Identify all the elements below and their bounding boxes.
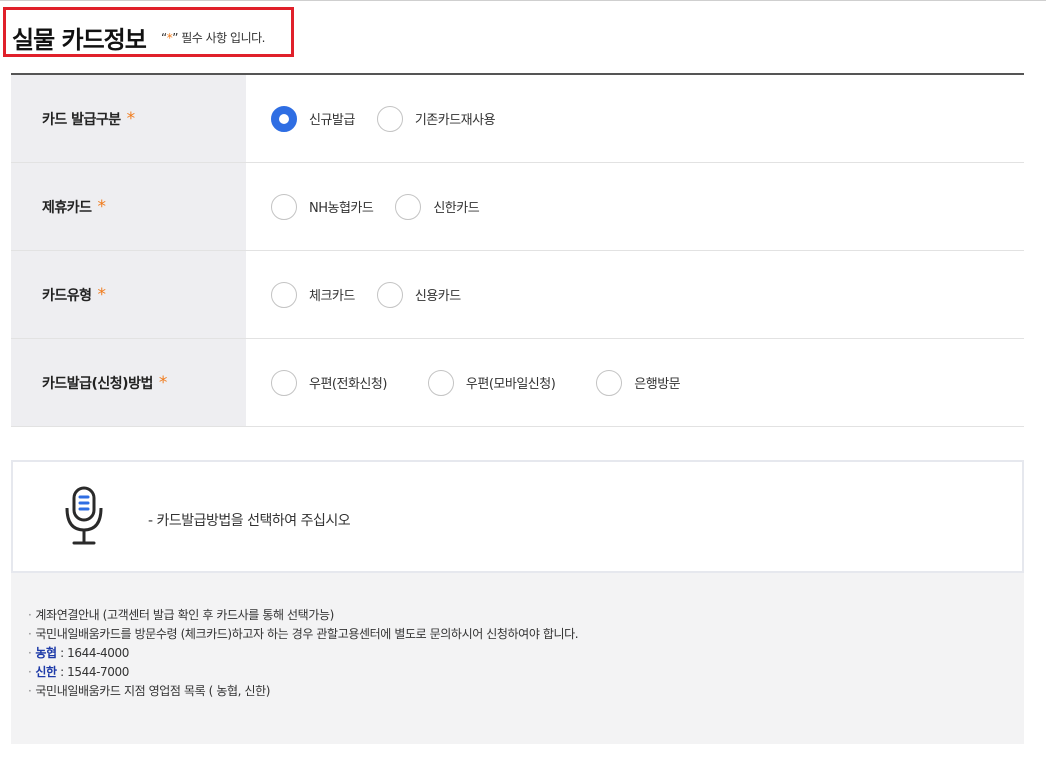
info-text: 계좌연결안내 (고객센터 발급 확인 후 카드사를 통해 선택가능) xyxy=(35,608,334,622)
row-label: 카드발급(신청)방법 * xyxy=(11,339,246,426)
required-star-icon: * xyxy=(97,196,107,217)
info-line-shinhan-phone: · 신한 : 1544-7000 xyxy=(28,663,1024,682)
radio-label: 우편(모바일신청) xyxy=(465,377,556,392)
info-text: 국민내일배움카드 지점 영업점 목록 ( 농협, 신한) xyxy=(35,684,271,698)
radio-label: 신한카드 xyxy=(433,201,480,216)
voice-guide-message: - 카드발급방법을 선택하여 주십시오 xyxy=(148,513,351,529)
microphone-icon xyxy=(65,486,103,545)
row-card-type: 카드유형 * 체크카드 신용카드 xyxy=(11,251,1024,339)
radio-option-credit-card[interactable]: 신용카드 xyxy=(376,281,461,308)
radio-group-issue-type: 신규발급 기존카드재사용 xyxy=(246,75,1024,162)
phone-number: : 1644-4000 xyxy=(56,646,129,660)
radio-option-nh-card[interactable]: NH농협카드 xyxy=(271,193,374,220)
info-line-visit-pickup: · 국민내일배움카드를 방문수령 (체크카드)하고자 하는 경우 관할고용센터에 … xyxy=(28,625,1024,644)
voice-guide-box: - 카드발급방법을 선택하여 주십시오 xyxy=(11,460,1024,573)
row-label-text: 카드발급(신청)방법 xyxy=(42,375,153,392)
bullet: · xyxy=(28,665,32,679)
row-label: 카드 발급구분 * xyxy=(11,75,246,162)
row-label-text: 제휴카드 xyxy=(42,199,92,216)
section-title: 실물 카드정보 xyxy=(12,26,147,54)
required-note: “*” 필수 사항 입니다. xyxy=(161,29,265,46)
row-label: 제휴카드 * xyxy=(11,163,246,250)
radio-button[interactable] xyxy=(271,193,297,220)
radio-group-partner-card: NH농협카드 신한카드 xyxy=(246,163,1024,250)
radio-button-checked[interactable] xyxy=(271,105,297,132)
card-info-form: 카드 발급구분 * 신규발급 기존카드재사용 제휴카드 * NH농협카드 신한카드 … xyxy=(11,73,1024,427)
phone-number: : 1544-7000 xyxy=(56,665,129,679)
required-star-icon: * xyxy=(126,108,136,129)
radio-option-new-issue[interactable]: 신규발급 xyxy=(271,105,355,132)
radio-label: NH농협카드 xyxy=(309,201,374,216)
info-line-nh-phone: · 농협 : 1644-4000 xyxy=(28,644,1024,663)
radio-button[interactable] xyxy=(376,281,403,308)
radio-group-card-type: 체크카드 신용카드 xyxy=(246,251,1024,338)
radio-label: 신용카드 xyxy=(414,289,461,304)
bullet: · xyxy=(28,684,32,698)
radio-label: 체크카드 xyxy=(309,289,355,304)
radio-button[interactable] xyxy=(271,281,297,308)
radio-label: 은행방문 xyxy=(634,377,681,392)
row-label-text: 카드유형 xyxy=(42,287,92,304)
radio-label: 신규발급 xyxy=(309,113,355,128)
row-partner-card: 제휴카드 * NH농협카드 신한카드 xyxy=(11,163,1024,251)
required-star-icon: * xyxy=(158,372,168,393)
info-notice-box: · 계좌연결안내 (고객센터 발급 확인 후 카드사를 통해 선택가능) · 국민내… xyxy=(11,573,1024,744)
radio-group-issue-method: 우편(전화신청) 우편(모바일신청) 은행방문 xyxy=(246,339,1024,426)
top-divider xyxy=(0,0,1046,1)
row-issue-method: 카드발급(신청)방법 * 우편(전화신청) 우편(모바일신청) 은행방문 xyxy=(11,339,1024,427)
radio-option-reuse-card[interactable]: 기존카드재사용 xyxy=(376,105,496,132)
radio-button[interactable] xyxy=(596,369,623,396)
radio-button[interactable] xyxy=(427,369,454,396)
radio-label: 우편(전화신청) xyxy=(309,377,387,392)
bank-name-nh: 농협 xyxy=(35,646,57,660)
bullet: · xyxy=(28,627,32,641)
radio-option-mail-mobile[interactable]: 우편(모바일신청) xyxy=(427,369,556,396)
radio-option-shinhan-card[interactable]: 신한카드 xyxy=(395,193,480,220)
required-note-text: ” 필수 사항 입니다. xyxy=(172,31,265,45)
row-label-text: 카드 발급구분 xyxy=(42,111,121,128)
radio-option-mail-phone[interactable]: 우편(전화신청) xyxy=(271,369,387,396)
bank-name-shinhan: 신한 xyxy=(35,665,57,679)
radio-option-bank-visit[interactable]: 은행방문 xyxy=(596,369,681,396)
radio-button[interactable] xyxy=(376,105,403,132)
radio-option-check-card[interactable]: 체크카드 xyxy=(271,281,355,308)
info-text: 국민내일배움카드를 방문수령 (체크카드)하고자 하는 경우 관할고용센터에 별… xyxy=(35,627,579,641)
bullet: · xyxy=(28,608,32,622)
info-line-account: · 계좌연결안내 (고객센터 발급 확인 후 카드사를 통해 선택가능) xyxy=(28,606,1024,625)
info-line-branch-list: · 국민내일배움카드 지점 영업점 목록 ( 농협, 신한) xyxy=(28,682,1024,701)
radio-button[interactable] xyxy=(271,369,297,396)
required-star-icon: * xyxy=(97,284,107,305)
row-label: 카드유형 * xyxy=(11,251,246,338)
bullet: · xyxy=(28,646,32,660)
radio-label: 기존카드재사용 xyxy=(414,113,496,128)
radio-button[interactable] xyxy=(395,193,422,220)
row-card-issue-type: 카드 발급구분 * 신규발급 기존카드재사용 xyxy=(11,75,1024,163)
